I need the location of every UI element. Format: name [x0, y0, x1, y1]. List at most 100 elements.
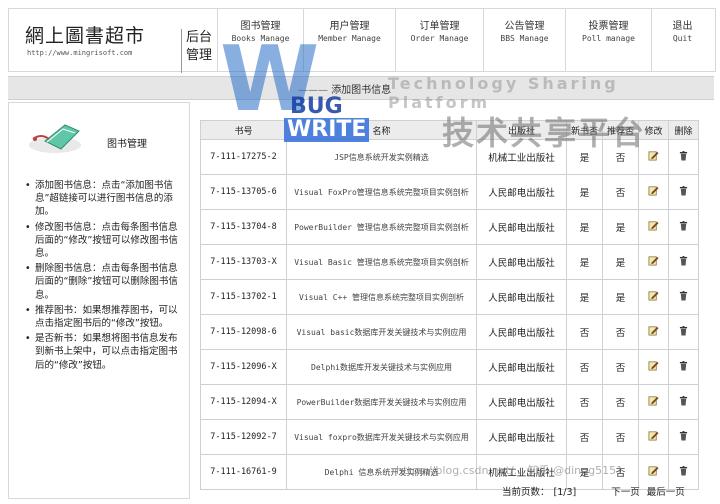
recommend-flag-cell: 否 [602, 349, 639, 385]
edit-icon[interactable] [648, 465, 659, 476]
publisher-cell: 人民邮电出版社 [476, 244, 567, 280]
nav-orders[interactable]: 订单管理 Order Manage [395, 9, 483, 71]
next-page-link[interactable]: 下一页 [611, 487, 640, 498]
trash-icon[interactable] [679, 185, 688, 196]
publisher-cell: 人民邮电出版社 [476, 279, 567, 315]
trash-icon[interactable] [679, 395, 688, 406]
help-item: 修改图书信息：点击每条图书信息后面的“修改”按钮可以修改图书信息。 [25, 221, 183, 261]
publisher-cell: 机械工业出版社 [476, 139, 567, 175]
nav-poll-sub: Poll manage [582, 34, 635, 43]
isbn-cell: 7-115-13704-8 [200, 209, 287, 245]
new-flag-cell: 否 [566, 349, 603, 385]
nav-quit-label: 退出 [672, 21, 693, 32]
delete-cell [668, 419, 699, 455]
section-bar: 添加图书信息 [8, 76, 714, 100]
delete-cell [668, 314, 699, 350]
help-item: 推荐图书：如果想推荐图书，可以点击指定图书后的“修改”按钮。 [25, 304, 183, 330]
new-flag-cell: 是 [566, 174, 603, 210]
publisher-cell: 人民邮电出版社 [476, 174, 567, 210]
col-delete: 删除 [668, 120, 699, 140]
nav-quit[interactable]: 退出 Quit [651, 9, 713, 71]
nav-members-label: 用户管理 [329, 21, 370, 32]
edit-cell [638, 279, 669, 315]
books-table-wrap: 书号 名称 出版社 新书否 推荐否 修改 删除 7-111-17275-2 JSP… [200, 120, 699, 490]
table-row: 7-115-13702-1 Visual C++ 管理信息系统完整项目实例剖析 人民… [200, 279, 699, 315]
recommend-flag-cell: 否 [602, 384, 639, 420]
col-publisher: 出版社 [476, 120, 567, 140]
table-row: 7-115-13705-6 Visual FoxPro管理信息系统完整项目实例剖析… [200, 174, 699, 210]
recommend-flag-cell: 是 [602, 209, 639, 245]
edit-icon[interactable] [648, 395, 659, 406]
pager-current: [1/3] [553, 487, 577, 498]
edit-icon[interactable] [648, 150, 659, 161]
nav-books[interactable]: 图书管理 Books Manage [217, 9, 303, 71]
last-page-link[interactable]: 最后一页 [647, 487, 685, 498]
nav-poll[interactable]: 投票管理 Poll manage [565, 9, 651, 71]
site-logo[interactable]: 網上圖書超市 http://www.mingrisoft.com 后台 管理 [19, 19, 212, 73]
delete-cell [668, 279, 699, 315]
isbn-cell: 7-115-13705-6 [200, 174, 287, 210]
edit-icon[interactable] [648, 185, 659, 196]
trash-icon[interactable] [679, 220, 688, 231]
nav-quit-sub: Quit [672, 34, 693, 43]
publisher-cell: 人民邮电出版社 [476, 419, 567, 455]
edit-cell [638, 174, 669, 210]
sidebar-title: 图书管理 [107, 139, 147, 150]
edit-icon[interactable] [648, 325, 659, 336]
delete-cell [668, 349, 699, 385]
trash-icon[interactable] [679, 360, 688, 371]
nav-poll-label: 投票管理 [588, 21, 629, 32]
trash-icon[interactable] [679, 150, 688, 161]
edit-icon[interactable] [648, 290, 659, 301]
trash-icon[interactable] [679, 290, 688, 301]
trash-icon[interactable] [679, 325, 688, 336]
nav-orders-sub: Order Manage [410, 34, 469, 43]
help-item: 添加图书信息：点击“添加图书信息”超链接可以进行图书信息的添加。 [25, 179, 183, 219]
new-flag-cell: 否 [566, 419, 603, 455]
pager-label: 当前页数： [502, 487, 550, 498]
isbn-cell: 7-115-13703-X [200, 244, 287, 280]
delete-cell [668, 384, 699, 420]
recommend-flag-cell: 否 [602, 139, 639, 175]
recommend-flag-cell: 否 [602, 174, 639, 210]
isbn-cell: 7-115-12096-X [200, 349, 287, 385]
table-header-row: 书号 名称 出版社 新书否 推荐否 修改 删除 [200, 120, 699, 140]
isbn-cell: 7-111-16761-9 [200, 454, 287, 490]
edit-icon[interactable] [648, 255, 659, 266]
edit-cell [638, 419, 669, 455]
table-row: 7-115-12098-6 Visual basic数据库开发关键技术与实例应用人… [200, 314, 699, 350]
edit-icon[interactable] [648, 430, 659, 441]
main-nav: 图书管理 Books Manage 用户管理 Member Manage 订单管… [217, 9, 713, 71]
edit-cell [638, 244, 669, 280]
col-recommend: 推荐否 [602, 120, 639, 140]
edit-cell [638, 139, 669, 175]
delete-cell [668, 209, 699, 245]
trash-icon[interactable] [679, 465, 688, 476]
table-row: 7-115-12094-X PowerBuilder数据库开发关键技术与实例应用人… [200, 384, 699, 420]
delete-cell [668, 244, 699, 280]
edit-cell [638, 384, 669, 420]
recommend-flag-cell: 否 [602, 419, 639, 455]
nav-members[interactable]: 用户管理 Member Manage [303, 9, 395, 71]
nav-books-label: 图书管理 [240, 21, 281, 32]
add-book-link[interactable]: 添加图书信息 [298, 81, 391, 96]
isbn-cell: 7-111-17275-2 [200, 139, 287, 175]
admin-badge-line2: 管理 [186, 48, 213, 63]
edit-icon[interactable] [648, 220, 659, 231]
edit-cell [638, 349, 669, 385]
trash-icon[interactable] [679, 430, 688, 441]
nav-bbs-label: 公告管理 [504, 21, 545, 32]
delete-cell [668, 174, 699, 210]
recommend-flag-cell: 是 [602, 279, 639, 315]
edit-icon[interactable] [648, 360, 659, 371]
name-cell: Visual foxpro数据库开发关键技术与实例应用 [286, 419, 477, 455]
table-row: 7-115-12092-7 Visual foxpro数据库开发关键技术与实例应用… [200, 419, 699, 455]
isbn-cell: 7-115-12098-6 [200, 314, 287, 350]
nav-bbs[interactable]: 公告管理 BBS Manage [483, 9, 565, 71]
new-flag-cell: 是 [566, 139, 603, 175]
trash-icon[interactable] [679, 255, 688, 266]
name-cell: Visual FoxPro管理信息系统完整项目实例剖析 [286, 174, 477, 210]
nav-bbs-sub: BBS Manage [500, 34, 549, 43]
new-flag-cell: 是 [566, 244, 603, 280]
nav-members-sub: Member Manage [318, 34, 381, 43]
